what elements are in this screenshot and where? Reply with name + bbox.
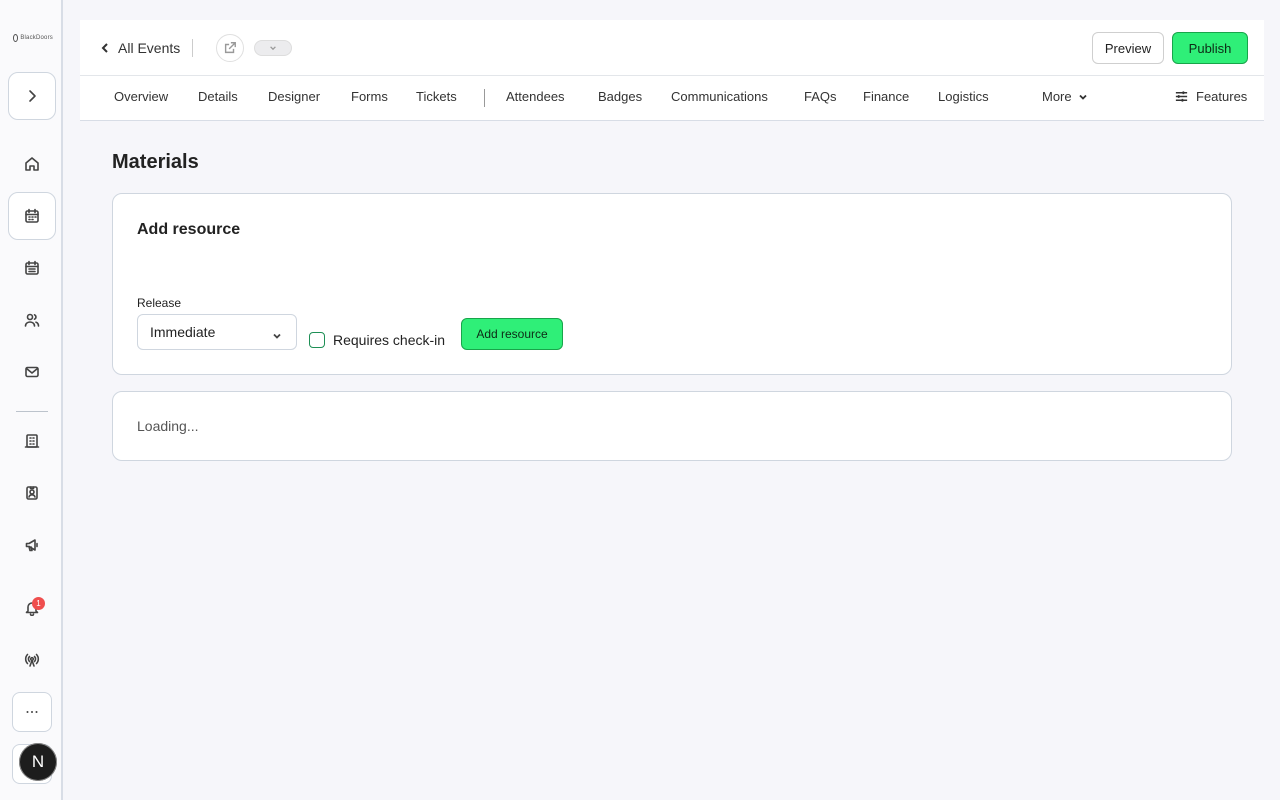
sidebar-item-events[interactable] <box>8 192 56 240</box>
sliders-icon <box>1175 91 1188 102</box>
page-title: Materials <box>112 151 199 173</box>
building-icon <box>24 434 40 448</box>
loading-text: Loading... <box>137 418 199 434</box>
expand-sidebar-button[interactable] <box>8 72 56 120</box>
chevron-down-icon <box>270 46 276 51</box>
release-select[interactable]: Immediate <box>137 314 297 350</box>
megaphone-icon <box>25 539 38 552</box>
more-options-button[interactable] <box>12 692 52 732</box>
add-resource-card: Add resource Release Immediate Requires … <box>112 193 1232 375</box>
add-resource-button[interactable]: Add resource <box>461 318 563 350</box>
home-icon <box>25 157 39 171</box>
tab-finance[interactable]: Finance <box>863 89 909 104</box>
external-link-icon <box>224 42 236 54</box>
tab-tickets[interactable]: Tickets <box>416 89 457 104</box>
tab-logistics[interactable]: Logistics <box>938 89 989 104</box>
requires-checkin-label: Requires check-in <box>333 332 446 348</box>
logo-text: BlackDoors <box>20 35 53 41</box>
chevron-right-icon <box>29 90 36 102</box>
resources-list-card: Loading... <box>112 391 1232 461</box>
contact-card-icon <box>26 486 38 500</box>
chevron-down-icon <box>272 328 282 344</box>
tab-attendees[interactable]: Attendees <box>506 89 565 104</box>
features-button[interactable]: Features <box>1174 89 1247 104</box>
release-select-value: Immediate <box>150 324 216 340</box>
header-separator <box>192 39 193 57</box>
tab-more-dropdown[interactable]: More <box>1042 89 1088 104</box>
tab-overview[interactable]: Overview <box>114 89 168 104</box>
tabs-separator <box>484 89 485 107</box>
chevron-left-icon <box>101 43 108 53</box>
tab-communications[interactable]: Communications <box>671 89 768 104</box>
tab-faqs[interactable]: FAQs <box>804 89 837 104</box>
sidebar-item-contacts[interactable] <box>20 481 44 505</box>
publish-button[interactable]: Publish <box>1172 32 1248 64</box>
calendar-icon <box>25 208 39 223</box>
sidebar-item-messages[interactable] <box>20 360 44 384</box>
tab-details[interactable]: Details <box>198 89 238 104</box>
chevron-down-icon <box>1078 94 1087 100</box>
back-to-events-link[interactable]: All Events <box>100 38 180 58</box>
open-external-button[interactable] <box>216 34 244 62</box>
sidebar-item-venues[interactable] <box>20 429 44 453</box>
sidebar-divider <box>16 411 48 412</box>
event-header: All Events Preview Publish Overview Deta… <box>80 20 1264 121</box>
release-label: Release <box>137 296 182 310</box>
sidebar-item-broadcast[interactable] <box>20 648 44 672</box>
tab-designer[interactable]: Designer <box>268 89 320 104</box>
mail-icon <box>25 366 39 378</box>
back-label: All Events <box>118 40 181 56</box>
sidebar-item-people[interactable] <box>20 308 44 332</box>
sidebar: BlackDoors 1 N <box>0 0 63 800</box>
tab-more-label: More <box>1042 89 1072 104</box>
sidebar-item-marketing[interactable] <box>20 533 44 557</box>
card-title: Add resource <box>137 221 241 238</box>
tab-forms[interactable]: Forms <box>351 89 388 104</box>
ellipsis-icon <box>26 711 38 713</box>
features-label: Features <box>1196 89 1248 104</box>
preview-button[interactable]: Preview <box>1092 32 1164 64</box>
event-status-dropdown[interactable] <box>254 40 292 56</box>
notification-count-badge: 1 <box>32 597 45 610</box>
app-logo[interactable]: BlackDoors <box>13 32 53 44</box>
tab-badges[interactable]: Badges <box>598 89 642 104</box>
sidebar-item-schedule[interactable] <box>20 256 44 280</box>
requires-checkin-option[interactable]: Requires check-in <box>309 332 445 348</box>
calendar-list-icon <box>25 260 39 275</box>
requires-checkin-checkbox[interactable] <box>309 332 325 348</box>
users-icon <box>24 313 40 327</box>
event-tabs: Overview Details Designer Forms Tickets … <box>80 76 1264 120</box>
broadcast-icon <box>24 653 40 667</box>
sidebar-item-home[interactable] <box>20 152 44 176</box>
logo-mark-icon <box>13 34 19 42</box>
user-avatar[interactable]: N <box>19 743 57 781</box>
